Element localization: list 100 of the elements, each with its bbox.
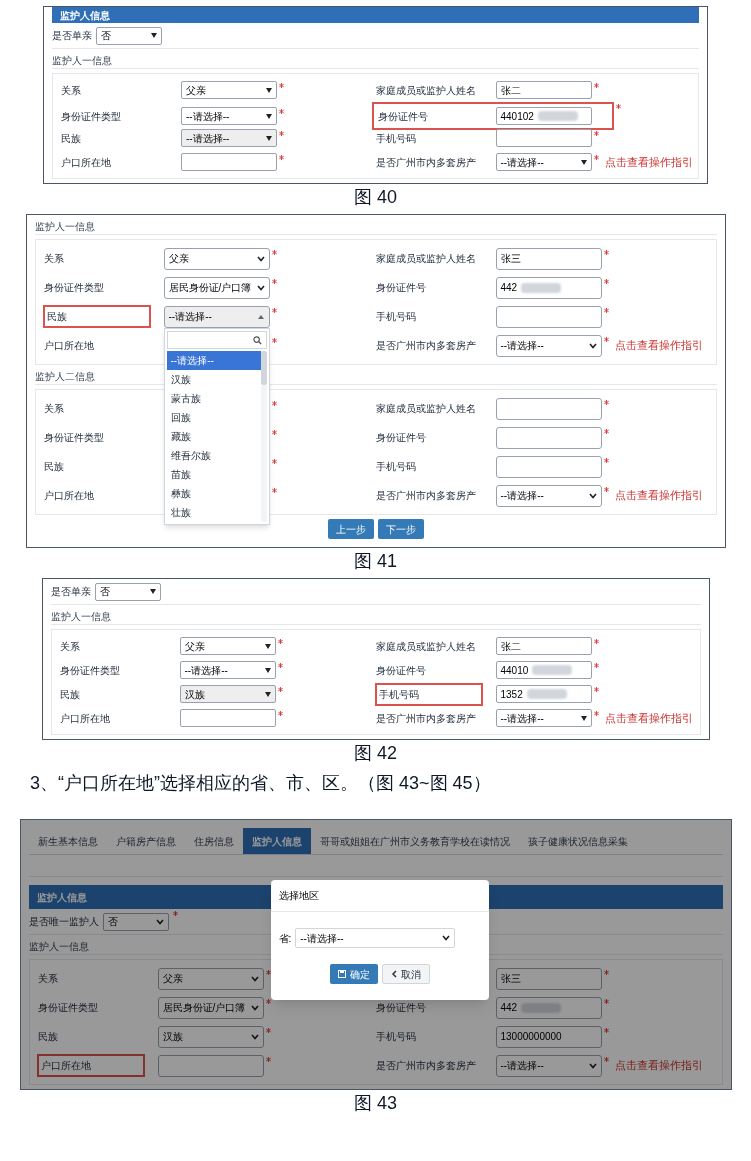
caret-up-icon [256,313,265,320]
input-field[interactable]: 张三 [495,247,602,270]
field-label: 关系 [59,639,81,654]
field-label: 户口所在地 [43,489,95,503]
chevron-down-icon [588,1062,597,1069]
select-field[interactable]: --请选择-- [179,661,276,679]
field-label: 身份证件号 [375,431,427,445]
input-field[interactable]: 442 [495,996,602,1019]
field-label: 身份证件号 [375,281,427,295]
input-field[interactable]: 442 [495,276,602,299]
caret-icon [149,589,156,594]
input-field[interactable]: 440102 [495,107,592,125]
select-field[interactable]: --请选择-- [181,129,277,147]
dropdown-option[interactable]: --请选择-- [166,351,261,370]
dropdown-option[interactable]: 壮族 [166,503,261,522]
select-field[interactable]: --请选择-- [495,153,592,171]
tab[interactable]: 孩子健康状况信息采集 [518,828,637,854]
guide-link[interactable]: 点击查看操作指引 [614,487,703,504]
input-field[interactable]: 44010 [495,661,592,679]
caret-icon [264,691,271,697]
field-label: 身份证件类型 [43,281,105,295]
input-field[interactable]: 张二 [495,81,592,99]
input-field[interactable] [181,153,277,171]
guide-link[interactable]: 点击查看操作指引 [604,153,693,171]
section-title: 监护人一信息 [34,219,717,235]
dropdown-option[interactable]: 汉族 [166,370,261,389]
dropdown-option[interactable]: 藏族 [166,427,261,446]
input-field[interactable]: 1352 [495,685,592,703]
select-field[interactable]: --请选择-- [163,305,270,328]
select-field[interactable]: --请选择-- [495,484,602,507]
field-label: 民族 [61,131,82,146]
field-label: 身份证件类型 [37,1001,99,1015]
select-field[interactable]: 居民身份证/户口簿 [163,276,270,299]
tab[interactable]: 新生基本信息 [28,828,107,854]
select-field[interactable]: 汉族 [179,685,276,703]
select-field[interactable]: --请选择-- [495,334,602,357]
input-field[interactable]: 张三 [495,967,602,990]
guide-link[interactable]: 点击查看操作指引 [604,709,693,727]
figure-caption: 图 43 [353,1092,398,1115]
tab[interactable]: 哥哥或姐姐在广州市义务教育学校在读情况 [310,828,519,854]
scrollbar[interactable] [260,351,267,522]
caret-icon [580,715,587,721]
select-field[interactable]: 汉族 [157,1025,264,1048]
field-label: 户口所在地 [61,155,112,170]
step-button[interactable]: 下一步 [377,519,424,539]
instruction-text: 3、“户口所在地”选择相应的省、市、区。（图 43~图 45） [29,772,492,795]
tab[interactable]: 户籍房产信息 [106,828,185,854]
field-label: 是否广州市内多套房产 [375,339,477,353]
section-title: 监护人一信息 [52,53,699,69]
dropdown-option[interactable]: 苗族 [166,465,261,484]
dropdown-option[interactable]: 维吾尔族 [166,446,261,465]
field-label: 家庭成员或监护人姓名 [375,83,477,98]
guide-link[interactable]: 点击查看操作指引 [614,1057,703,1074]
select-field[interactable]: 父亲 [181,81,277,99]
input-field[interactable] [495,397,602,420]
input-field[interactable]: 13000000000 [495,1025,602,1048]
input-field[interactable] [495,426,602,449]
field-label: 是否广州市内多套房产 [375,711,477,726]
tab[interactable]: 监护人信息 [242,828,311,854]
select-field[interactable]: 父亲 [157,967,264,990]
select-field[interactable]: --请选择-- [295,928,456,948]
input-field[interactable] [157,1054,264,1077]
select-field[interactable]: 否 [94,582,161,601]
select-field[interactable]: --请选择-- [495,1054,602,1077]
field-label: 是否单亲 [52,29,92,43]
dropdown-option[interactable]: 回族 [166,408,261,427]
input-field[interactable] [495,455,602,478]
dropdown-option[interactable]: 彝族 [166,484,261,503]
cancel-button[interactable]: 取消 [381,964,430,984]
input-field[interactable] [179,709,276,727]
caret-icon [266,135,272,141]
field-label: 民族 [59,687,81,702]
chevron-down-icon [250,975,259,982]
chevron-down-icon [256,284,265,291]
caret-icon [580,159,587,165]
field-label: 关系 [37,972,59,986]
select-field[interactable]: 父亲 [163,247,270,270]
caret-icon [264,667,271,673]
chevron-down-icon [256,255,265,262]
panel-header: 监护人信息 [52,7,699,23]
save-icon [337,970,346,978]
input-field[interactable]: 张二 [495,637,592,655]
input-field[interactable] [495,129,592,147]
field-label: 户口所在地 [59,711,111,726]
field-label: 是否广州市内多套房产 [375,155,477,170]
select-field[interactable]: 居民身份证/户口簿 [157,996,264,1019]
chevron-down-icon [250,1033,259,1040]
select-field[interactable]: --请选择-- [495,709,592,727]
tab[interactable]: 住房信息 [184,828,243,854]
dropdown-option[interactable]: 蒙古族 [166,389,261,408]
select-field[interactable]: 父亲 [179,637,276,655]
step-button[interactable]: 上一步 [327,519,374,539]
confirm-button[interactable]: 确定 [329,964,378,984]
search-field[interactable] [166,331,267,349]
select-field[interactable]: 否 [102,912,169,931]
guide-link[interactable]: 点击查看操作指引 [614,337,703,354]
select-field[interactable]: --请选择-- [181,107,277,125]
modal-title: 选择地区 [270,880,489,912]
select-field[interactable]: 否 [96,26,162,45]
input-field[interactable] [495,305,602,328]
